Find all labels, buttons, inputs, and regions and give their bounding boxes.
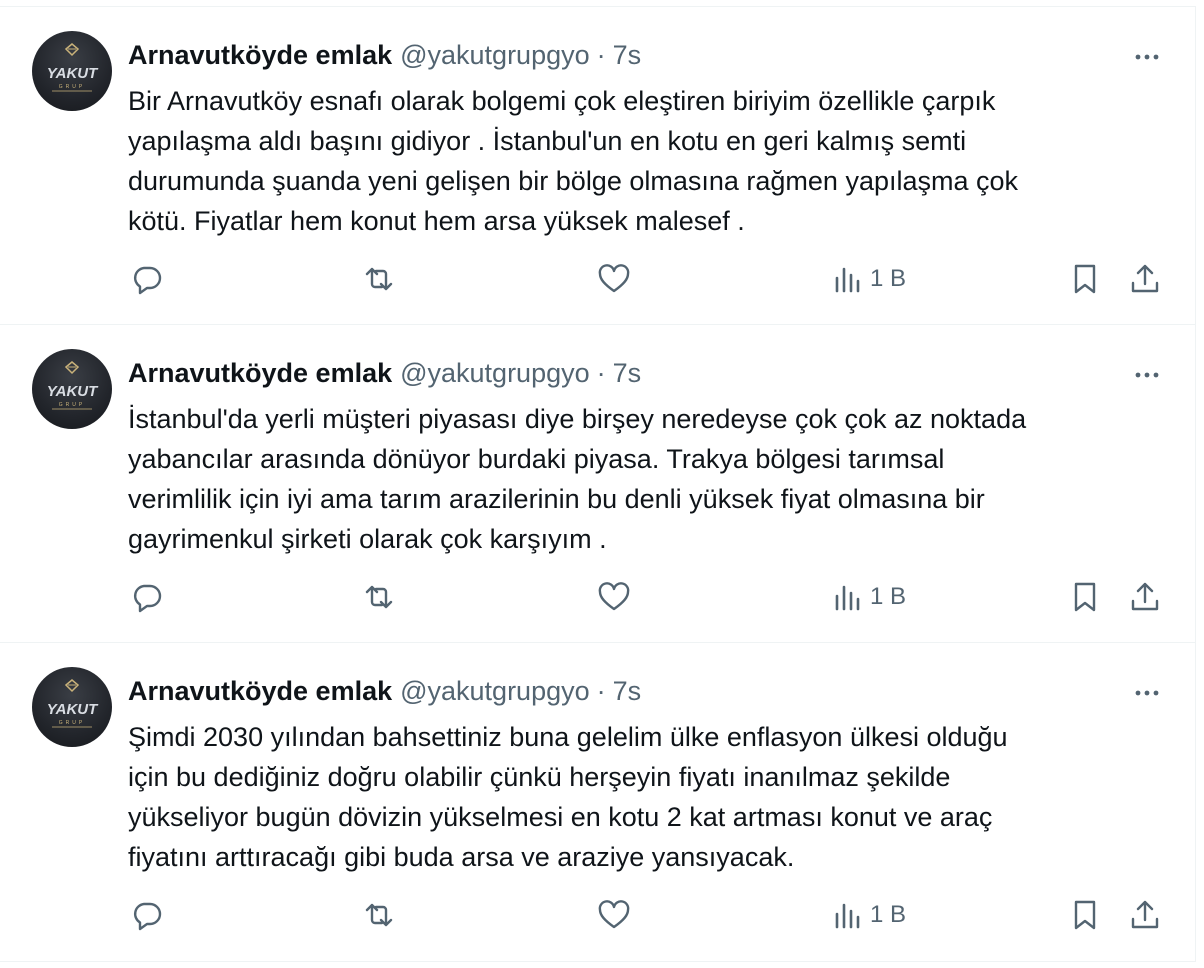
share-button[interactable] [1127,895,1163,935]
author-handle[interactable]: @yakutgrupgyo [400,358,590,389]
svg-text:YAKUT: YAKUT [47,65,99,82]
bookmark-button[interactable] [1067,259,1103,299]
views-count: 1 B [870,901,907,928]
bookmark-icon [1074,582,1096,612]
tweet[interactable]: YAKUT GRUP Arnavutköyde emlak @yakutgrup… [0,642,1196,962]
bookmark-button[interactable] [1067,895,1103,935]
tweet-header: Arnavutköyde emlak @yakutgrupgyo · 7s [128,671,1155,711]
author-name[interactable]: Arnavutköyde emlak [128,358,392,389]
author-name[interactable]: Arnavutköyde emlak [128,40,392,71]
retweet-icon [365,267,393,291]
retweet-button[interactable] [361,895,397,935]
like-button[interactable] [596,895,632,935]
retweet-button[interactable] [361,259,397,299]
tweet[interactable]: YAKUT GRUP Arnavutköyde emlak @yakutgrup… [0,324,1196,642]
views-icon [835,585,860,611]
timeline: YAKUT GRUP Arnavutköyde emlak @yakutgrup… [0,0,1204,968]
timestamp[interactable]: 7s [613,676,642,707]
action-bar: 1 B [0,895,1196,935]
bookmark-icon [1074,900,1096,930]
views-icon [835,267,860,293]
views-button[interactable]: 1 B [830,895,906,935]
like-icon [598,582,630,611]
reply-icon [133,266,162,295]
views-count: 1 B [870,265,907,292]
svg-text:GRUP: GRUP [59,402,85,408]
author-handle[interactable]: @yakutgrupgyo [400,676,590,707]
retweet-button[interactable] [361,577,397,617]
like-icon [598,264,630,293]
like-button[interactable] [596,577,632,617]
avatar[interactable]: YAKUT GRUP [32,349,112,429]
share-icon [1131,582,1159,611]
more-icon[interactable] [1129,675,1165,711]
share-icon [1131,900,1159,929]
reply-icon [133,902,162,931]
action-bar: 1 B [0,259,1196,299]
svg-text:GRUP: GRUP [59,84,85,90]
reply-button[interactable] [129,895,165,935]
tweet-text: İstanbul'da yerli müşteri piyasası diye … [128,404,1027,554]
yakut-logo-icon: YAKUT GRUP [47,679,99,728]
views-count: 1 B [870,583,907,610]
reply-icon [133,584,162,613]
svg-text:YAKUT: YAKUT [47,701,99,718]
timestamp[interactable]: 7s [613,358,642,389]
views-button[interactable]: 1 B [830,577,906,617]
views-icon [835,903,860,929]
separator-dot: · [596,39,606,70]
tweet-header: Arnavutköyde emlak @yakutgrupgyo · 7s [128,35,1155,75]
tweet[interactable]: YAKUT GRUP Arnavutköyde emlak @yakutgrup… [0,6,1196,324]
retweet-icon [365,585,393,609]
share-button[interactable] [1127,577,1163,617]
more-icon[interactable] [1129,357,1165,393]
tweet-header: Arnavutköyde emlak @yakutgrupgyo · 7s [128,353,1155,393]
tweet-text: Bir Arnavutköy esnafı olarak bolgemi çok… [128,86,1019,236]
bookmark-icon [1074,264,1096,294]
tweet-text: Şimdi 2030 yılından bahsettiniz buna gel… [128,722,1008,872]
yakut-logo-icon: YAKUT GRUP [47,361,99,410]
separator-dot: · [596,357,606,388]
avatar[interactable]: YAKUT GRUP [32,31,112,111]
reply-button[interactable] [129,577,165,617]
timestamp[interactable]: 7s [613,40,642,71]
svg-text:YAKUT: YAKUT [47,383,99,400]
yakut-logo-icon: YAKUT GRUP [47,43,99,92]
like-button[interactable] [596,259,632,299]
avatar[interactable]: YAKUT GRUP [32,667,112,747]
reply-button[interactable] [129,259,165,299]
svg-text:GRUP: GRUP [59,720,85,726]
author-name[interactable]: Arnavutköyde emlak [128,676,392,707]
more-icon[interactable] [1129,39,1165,75]
views-button[interactable]: 1 B [830,259,906,299]
like-icon [598,900,630,929]
share-button[interactable] [1127,259,1163,299]
separator-dot: · [596,675,606,706]
action-bar: 1 B [0,577,1196,617]
bookmark-button[interactable] [1067,577,1103,617]
retweet-icon [365,903,393,927]
author-handle[interactable]: @yakutgrupgyo [400,40,590,71]
share-icon [1131,264,1159,293]
